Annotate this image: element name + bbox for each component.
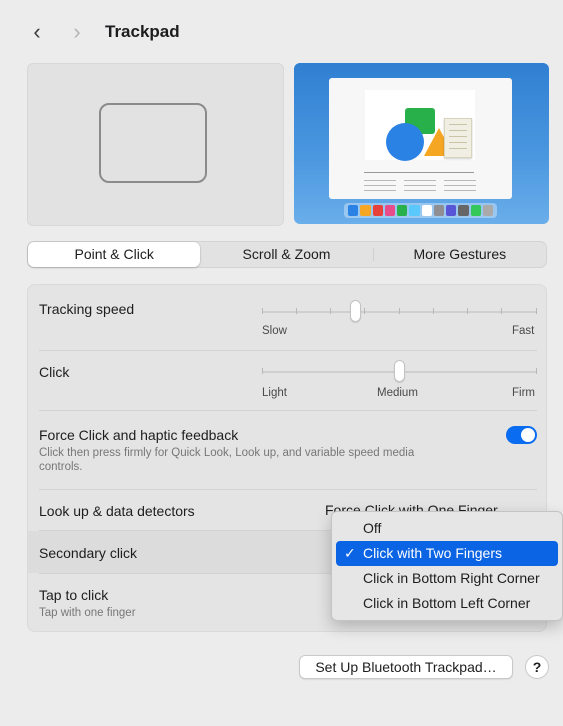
dock [344,203,497,218]
look-up-label: Look up & data detectors [39,503,195,519]
fast-label: Fast [512,325,535,337]
secondary-click-menu: Off ✓ Click with Two Fingers Click in Bot… [331,511,563,621]
menu-item-two-fingers[interactable]: ✓ Click with Two Fingers [336,541,558,566]
setup-bluetooth-trackpad-button[interactable]: Set Up Bluetooth Trackpad… [299,655,513,679]
chevron-left-icon: ‹ [33,19,41,44]
menu-item-bottom-left[interactable]: Click in Bottom Left Corner [336,591,558,616]
trackpad-illustration [99,103,207,183]
preview-window [329,78,512,199]
tap-to-click-description: Tap with one finger [39,607,136,619]
click-pressure-knob[interactable] [394,360,405,382]
trackpad-preview [27,63,284,226]
tab-scroll-zoom[interactable]: Scroll & Zoom [200,242,372,267]
secondary-click-label: Secondary click [39,545,138,561]
back-button[interactable]: ‹ [27,20,47,44]
tracking-speed-knob[interactable] [350,300,361,322]
tab-bar: Point & Click Scroll & Zoom More Gesture… [27,241,547,268]
menu-item-bottom-right[interactable]: Click in Bottom Right Corner [336,566,558,591]
chevron-right-icon: › [73,19,81,44]
tab-point-click[interactable]: Point & Click [28,242,201,267]
page-title: Trackpad [105,22,180,41]
tab-more-gestures[interactable]: More Gestures [374,242,546,267]
help-button[interactable]: ? [525,655,549,679]
click-label: Click [39,364,70,380]
gesture-preview [294,63,549,224]
force-click-toggle[interactable] [506,426,537,444]
medium-label: Medium [377,387,418,399]
light-label: Light [262,387,287,399]
quick-look-note [444,118,472,158]
force-click-description: Click then press firmly for Quick Look, … [39,447,415,473]
firm-label: Firm [512,387,535,399]
forward-button[interactable]: › [67,20,87,44]
force-click-label: Force Click and haptic feedback [39,427,239,443]
checkmark-icon: ✓ [344,545,356,561]
tap-to-click-label: Tap to click [39,587,109,603]
tracking-speed-label: Tracking speed [39,301,135,317]
slow-label: Slow [262,325,287,337]
menu-item-off[interactable]: Off [336,516,558,541]
